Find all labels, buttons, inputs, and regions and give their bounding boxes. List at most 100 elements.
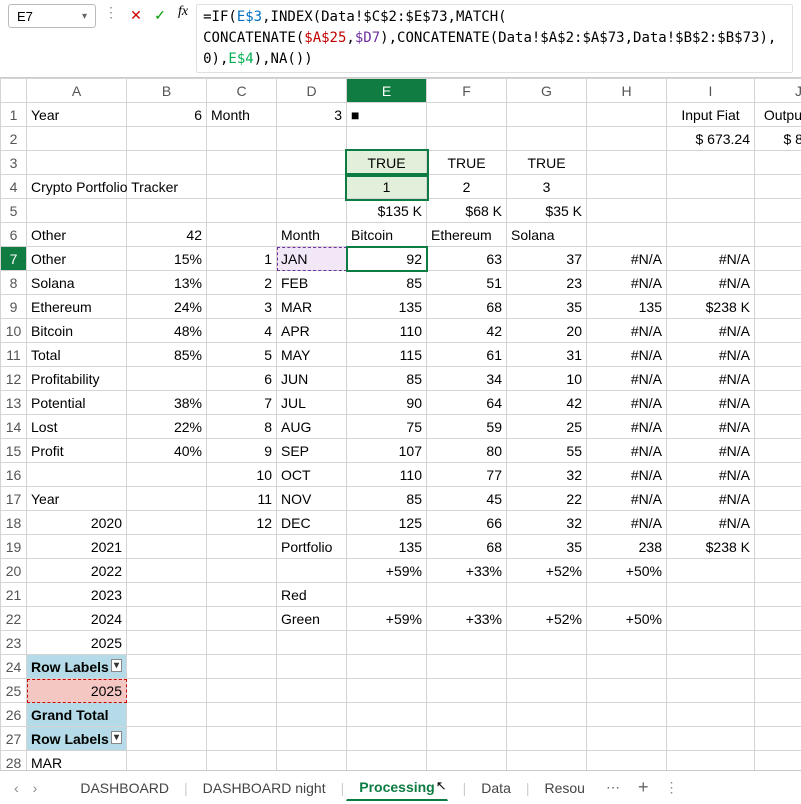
cell[interactable]: 2021 [27, 535, 127, 559]
cell[interactable] [587, 703, 667, 727]
select-all[interactable] [1, 79, 27, 103]
cell[interactable]: #N/A [667, 319, 755, 343]
cell[interactable]: #N/A [667, 271, 755, 295]
cell[interactable]: 7 [207, 391, 277, 415]
cell[interactable]: 48% [127, 319, 207, 343]
cell[interactable]: 5 [207, 343, 277, 367]
cell[interactable]: $68 K [427, 199, 507, 223]
cell[interactable]: Row Labels▾ [27, 727, 127, 751]
cell[interactable] [755, 223, 801, 247]
cell[interactable]: 1 [207, 247, 277, 271]
cell[interactable] [507, 751, 587, 771]
cell[interactable]: JUN [277, 367, 347, 391]
cell[interactable] [667, 679, 755, 703]
row-header[interactable]: 18 [1, 511, 27, 535]
cell[interactable] [277, 175, 347, 199]
cell[interactable]: MAR [277, 295, 347, 319]
cell[interactable]: 63 [427, 247, 507, 271]
cell[interactable]: #N/A [587, 271, 667, 295]
cell[interactable]: 77 [427, 463, 507, 487]
cell[interactable] [27, 463, 127, 487]
row-header[interactable]: 28 [1, 751, 27, 771]
cell[interactable] [347, 703, 427, 727]
cell[interactable]: Crypto Portfolio Tracker [27, 175, 127, 199]
cell[interactable] [347, 583, 427, 607]
formula-input[interactable]: =IF(E$3,INDEX(Data!$C$2:$E$73,MATCH(CONC… [196, 4, 793, 73]
confirm-icon[interactable]: ✓ [150, 4, 170, 26]
cell[interactable] [207, 535, 277, 559]
cell[interactable]: Solana [507, 223, 587, 247]
cell[interactable]: 4 [207, 319, 277, 343]
chevron-down-icon[interactable]: ▾ [82, 11, 87, 22]
cell[interactable] [277, 679, 347, 703]
cell[interactable]: #N/A [587, 487, 667, 511]
spreadsheet-grid[interactable]: A B C D E F G H I J 1Year6Month3■Input F… [0, 78, 801, 770]
cell[interactable]: 37 [507, 247, 587, 271]
cell[interactable]: Year [27, 103, 127, 127]
cell[interactable]: 12 [207, 511, 277, 535]
cell[interactable] [127, 727, 207, 751]
add-sheet-icon[interactable]: + [628, 777, 659, 798]
cell[interactable]: 24% [127, 295, 207, 319]
cell[interactable]: NOV [277, 487, 347, 511]
cell[interactable]: 2 [427, 175, 507, 199]
cell[interactable] [667, 727, 755, 751]
row-header[interactable]: 16 [1, 463, 27, 487]
cell[interactable]: MAR [27, 751, 127, 771]
cell[interactable] [667, 631, 755, 655]
col-header[interactable]: G [507, 79, 587, 103]
cell[interactable]: $35 K [507, 199, 587, 223]
tab-dashboard[interactable]: DASHBOARD [67, 775, 182, 801]
tab-resources[interactable]: Resou [532, 775, 598, 801]
cell[interactable] [207, 631, 277, 655]
cell[interactable]: 9 [207, 439, 277, 463]
cell[interactable]: 2025 [27, 631, 127, 655]
col-header[interactable]: H [587, 79, 667, 103]
cell[interactable] [667, 199, 755, 223]
cell[interactable]: Row Labels▾ [27, 655, 127, 679]
cell[interactable] [587, 127, 667, 151]
cell[interactable]: Ethereum [427, 223, 507, 247]
cell[interactable]: 51 [427, 271, 507, 295]
col-header[interactable]: C [207, 79, 277, 103]
cell[interactable]: 2 [207, 271, 277, 295]
cell[interactable]: TRUE [507, 151, 587, 175]
row-header[interactable]: 5 [1, 199, 27, 223]
row-header[interactable]: 23 [1, 631, 27, 655]
cell[interactable] [347, 655, 427, 679]
cell[interactable]: #N/A [587, 247, 667, 271]
cell[interactable]: 8 [207, 415, 277, 439]
cell[interactable]: 135 [347, 535, 427, 559]
cell[interactable] [127, 751, 207, 771]
cell[interactable]: 3 [277, 103, 347, 127]
cell[interactable] [427, 679, 507, 703]
cell[interactable]: 59 [427, 415, 507, 439]
cell[interactable]: 61 [427, 343, 507, 367]
cell[interactable]: 42 [127, 223, 207, 247]
cell[interactable] [507, 655, 587, 679]
cell[interactable]: 55 [507, 439, 587, 463]
cell[interactable] [277, 127, 347, 151]
cell[interactable]: Input Fiat [667, 103, 755, 127]
cell[interactable] [347, 679, 427, 703]
cancel-icon[interactable]: ✕ [126, 4, 146, 26]
cell[interactable] [755, 511, 801, 535]
cell[interactable]: 3 [207, 295, 277, 319]
row-header[interactable]: 21 [1, 583, 27, 607]
cell[interactable] [127, 511, 207, 535]
cell[interactable] [587, 103, 667, 127]
cell[interactable] [127, 583, 207, 607]
cell[interactable]: 110 [347, 463, 427, 487]
cell[interactable] [667, 151, 755, 175]
col-header[interactable]: I [667, 79, 755, 103]
cell[interactable] [207, 127, 277, 151]
cell[interactable] [127, 559, 207, 583]
menu-icon[interactable]: ⋮ [660, 779, 682, 796]
cell[interactable] [507, 583, 587, 607]
cell[interactable]: 92 [347, 247, 427, 271]
cell[interactable] [207, 559, 277, 583]
col-header[interactable]: E [347, 79, 427, 103]
cell[interactable] [127, 151, 207, 175]
cell[interactable]: 6 [207, 367, 277, 391]
row-header[interactable]: 20 [1, 559, 27, 583]
